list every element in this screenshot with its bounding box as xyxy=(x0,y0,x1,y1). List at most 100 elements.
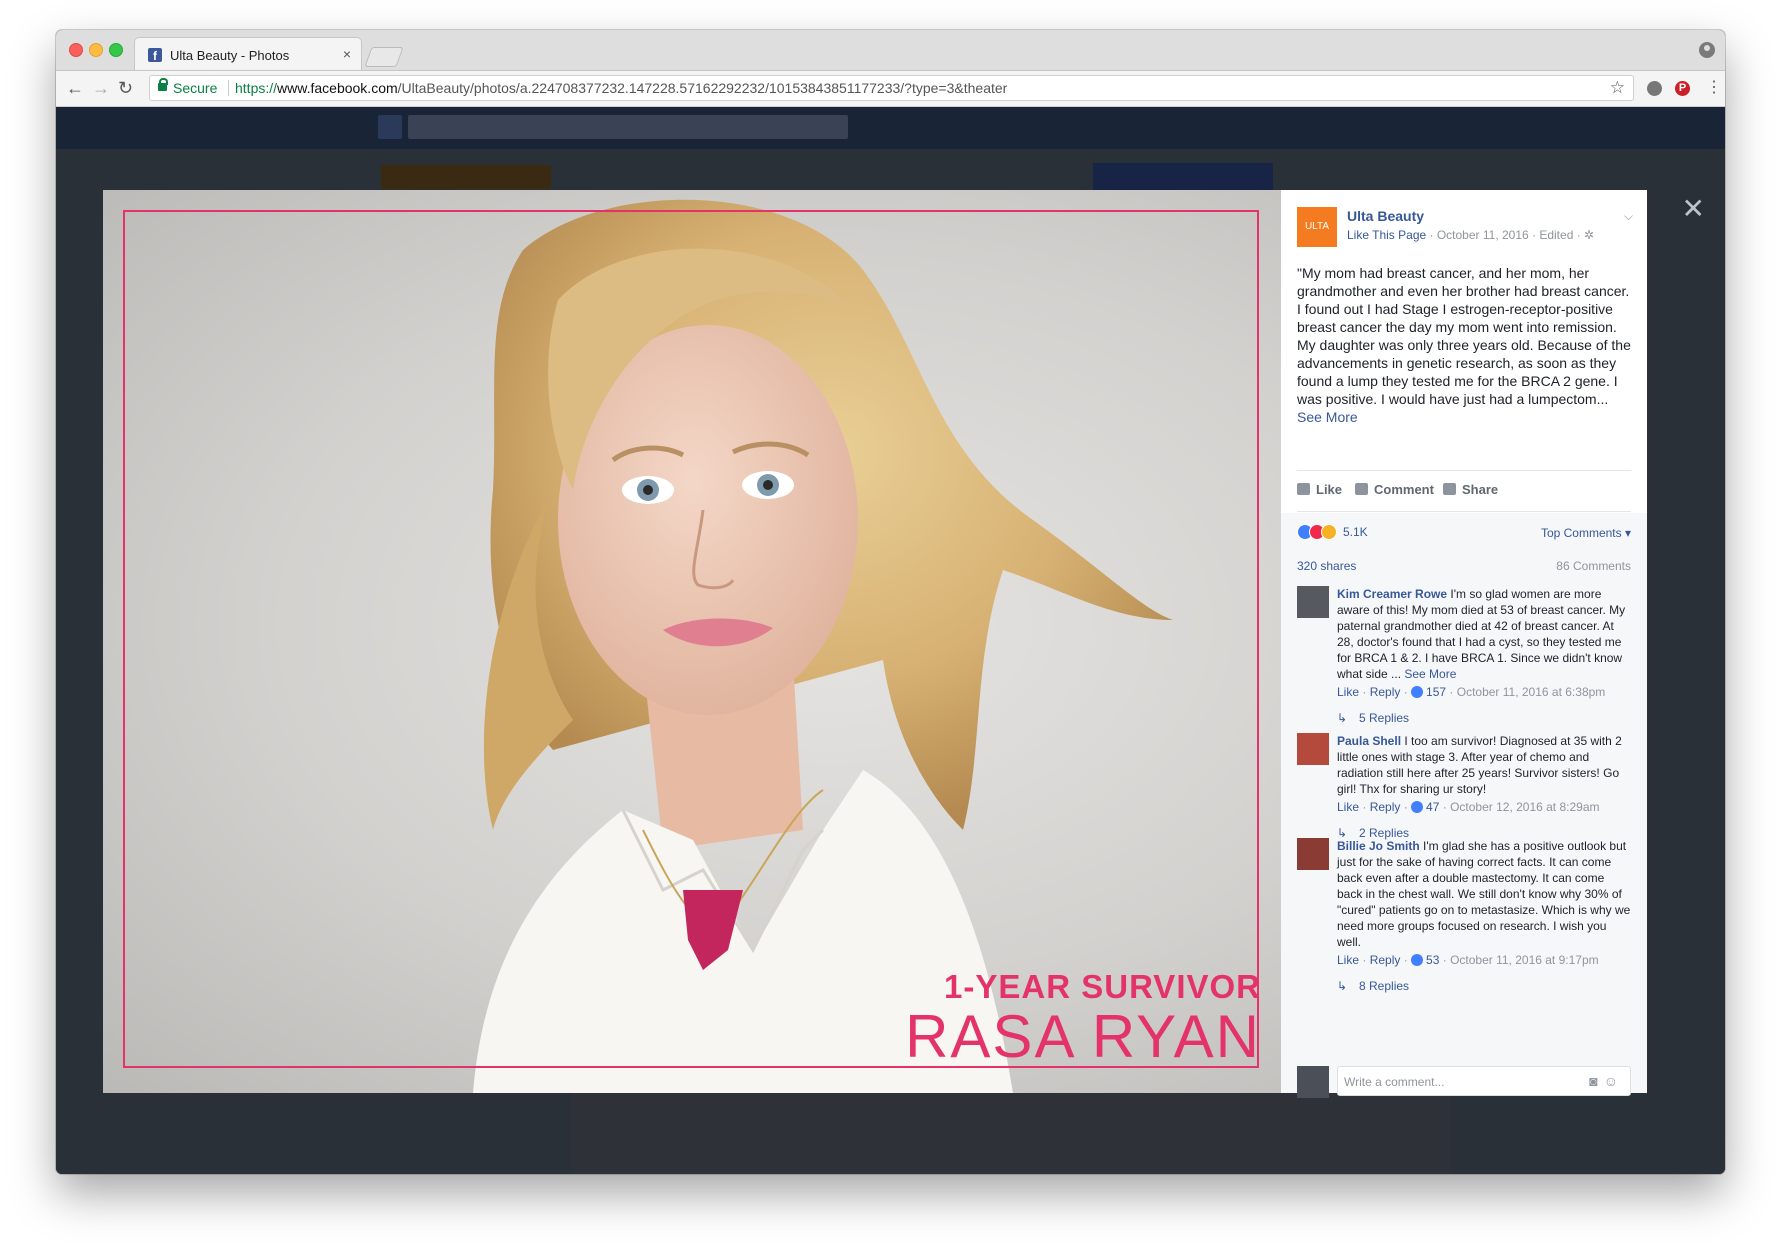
thumbs-up-icon xyxy=(1297,483,1310,495)
tab-close-icon[interactable]: × xyxy=(343,46,351,62)
tab-strip: f Ulta Beauty - Photos × xyxy=(56,30,1725,71)
avatar[interactable] xyxy=(1297,838,1329,870)
write-comment-input[interactable]: Write a comment... ◙☺ xyxy=(1337,1066,1631,1096)
browser-menu-icon[interactable]: ⋮ xyxy=(1706,78,1722,98)
comment-button[interactable]: Comment xyxy=(1355,482,1434,497)
tab-title: Ulta Beauty - Photos xyxy=(170,48,290,63)
comment-see-more-link[interactable]: See More xyxy=(1401,667,1456,681)
comment-body: Billie Jo Smith I'm glad she has a posit… xyxy=(1337,838,1631,994)
close-theater-icon[interactable]: ✕ xyxy=(1682,195,1705,223)
comments-count[interactable]: 86 Comments xyxy=(1556,559,1631,573)
comment-reply-link[interactable]: Reply xyxy=(1370,953,1401,967)
facebook-top-bar xyxy=(56,107,1725,149)
globe-icon: ✲ xyxy=(1584,228,1595,242)
like-button[interactable]: Like xyxy=(1297,482,1342,497)
reply-arrow-icon: ↳ xyxy=(1337,711,1348,725)
back-button[interactable]: ← xyxy=(66,77,84,99)
top-comments-dropdown[interactable]: Top Comments ▾ xyxy=(1541,526,1631,540)
reaction-count[interactable]: 5.1K xyxy=(1343,525,1368,539)
commenter-name[interactable]: Kim Creamer Rowe xyxy=(1337,587,1447,601)
view-replies-link[interactable]: ↳ 5 Replies xyxy=(1337,710,1631,726)
share-button[interactable]: Share xyxy=(1443,482,1498,497)
shares-count[interactable]: 320 shares xyxy=(1297,559,1356,573)
shop-now-button xyxy=(1093,163,1273,191)
avatar xyxy=(1297,1066,1329,1098)
minimize-window-button[interactable] xyxy=(89,43,103,57)
reactions-and-comments: 5.1K Top Comments ▾ 320 shares 86 Commen… xyxy=(1281,513,1647,1098)
replies-count: 5 Replies xyxy=(1359,711,1410,725)
post-date: · October 11, 2016 · Edited · xyxy=(1426,228,1585,242)
camera-emoji-icons[interactable]: ◙☺ xyxy=(1589,1073,1624,1089)
reload-button[interactable]: ↻ xyxy=(118,77,133,99)
comment-reply-link[interactable]: Reply xyxy=(1370,685,1401,699)
extension-icon[interactable] xyxy=(1647,81,1662,96)
avatar[interactable] xyxy=(1297,733,1329,765)
avatar[interactable] xyxy=(1297,586,1329,618)
comment-time: · October 11, 2016 at 6:38pm xyxy=(1446,685,1606,699)
maximize-window-button[interactable] xyxy=(109,43,123,57)
url-text[interactable]: https://www.facebook.com/UltaBeauty/phot… xyxy=(235,80,1007,96)
comment-like-count[interactable]: 157 xyxy=(1426,685,1446,699)
new-tab-button[interactable] xyxy=(364,47,404,67)
omnibox-divider xyxy=(228,80,229,96)
like-label: Like xyxy=(1316,482,1343,497)
post-actions: Like Comment Share xyxy=(1297,482,1631,500)
comment-time: · October 11, 2016 at 9:17pm xyxy=(1439,953,1599,967)
view-replies-link[interactable]: ↳ 8 Replies xyxy=(1337,978,1631,994)
url-path: /UltaBeauty/photos/a.224708377232.147228… xyxy=(397,80,1008,96)
page-cover-strip xyxy=(381,165,551,189)
page-name-link[interactable]: Ulta Beauty xyxy=(1347,208,1424,224)
page-avatar[interactable]: ULTA xyxy=(1297,207,1337,247)
forward-button[interactable]: → xyxy=(92,77,110,99)
bookmark-star-icon[interactable]: ☆ xyxy=(1610,78,1625,98)
reaction-icons[interactable] xyxy=(1297,524,1345,540)
comment-meta: Like · Reply · 157 · October 11, 2016 at… xyxy=(1337,685,1606,699)
lock-icon xyxy=(158,78,168,91)
reply-arrow-icon: ↳ xyxy=(1337,979,1348,993)
like-count-icon xyxy=(1411,954,1424,966)
like-count-icon xyxy=(1411,801,1424,813)
write-comment-placeholder: Write a comment... xyxy=(1344,1075,1445,1089)
wow-reaction-icon xyxy=(1321,524,1337,540)
pinterest-icon[interactable]: P xyxy=(1675,81,1690,96)
comment-like-count[interactable]: 53 xyxy=(1426,953,1439,967)
comment-reply-link[interactable]: Reply xyxy=(1370,800,1401,814)
see-more-link[interactable]: See More xyxy=(1297,409,1358,425)
comment-text: I'm so glad women are more aware of this… xyxy=(1337,587,1626,681)
url-host: www.facebook.com xyxy=(277,80,398,96)
share-label: Share xyxy=(1462,482,1499,497)
post-photo[interactable]: 1-YEAR SURVIVOR RASA RYAN xyxy=(103,190,1281,1093)
comment-meta: Like · Reply · 47 · October 12, 2016 at … xyxy=(1337,800,1600,814)
close-window-button[interactable] xyxy=(69,43,83,57)
photo-pink-frame xyxy=(123,210,1259,1068)
photo-name-text: RASA RYAN xyxy=(905,1003,1261,1070)
post-meta: Like This Page · October 11, 2016 · Edit… xyxy=(1347,228,1594,242)
post-options-chevron-icon[interactable]: ⌵ xyxy=(1624,209,1633,224)
browser-toolbar: ← → ↻ Secure https://www.facebook.com/Ul… xyxy=(56,71,1725,107)
facebook-search-box xyxy=(408,115,848,139)
facebook-logo-icon xyxy=(378,115,402,139)
divider xyxy=(1297,511,1631,512)
address-bar[interactable]: Secure https://www.facebook.com/UltaBeau… xyxy=(149,75,1634,101)
comment-like-link[interactable]: Like xyxy=(1337,685,1359,699)
comment-like-link[interactable]: Like xyxy=(1337,953,1359,967)
comment-text: I'm glad she has a positive outlook but … xyxy=(1337,839,1631,949)
browser-tab[interactable]: f Ulta Beauty - Photos × xyxy=(134,37,362,70)
commenter-name[interactable]: Billie Jo Smith xyxy=(1337,839,1420,853)
comment-label: Comment xyxy=(1374,482,1434,497)
url-scheme: https:// xyxy=(235,80,278,96)
browser-window: f Ulta Beauty - Photos × ← → ↻ Secure ht… xyxy=(56,30,1725,1174)
facebook-favicon-icon: f xyxy=(148,48,162,63)
like-page-link[interactable]: Like This Page xyxy=(1347,228,1426,242)
comment-like-link[interactable]: Like xyxy=(1337,800,1359,814)
commenter-name[interactable]: Paula Shell xyxy=(1337,734,1401,748)
post-caption: "My mom had breast cancer, and her mom, … xyxy=(1297,264,1631,426)
profile-icon[interactable] xyxy=(1699,42,1715,58)
comment-icon xyxy=(1355,483,1368,495)
comment-time: · October 12, 2016 at 8:29am xyxy=(1439,800,1600,814)
caption-text: "My mom had breast cancer, and her mom, … xyxy=(1297,265,1631,407)
comment-meta: Like · Reply · 53 · October 11, 2016 at … xyxy=(1337,953,1599,967)
comment-body: Kim Creamer Rowe I'm so glad women are m… xyxy=(1337,586,1631,726)
comment-like-count[interactable]: 47 xyxy=(1426,800,1439,814)
replies-count: 8 Replies xyxy=(1359,979,1410,993)
